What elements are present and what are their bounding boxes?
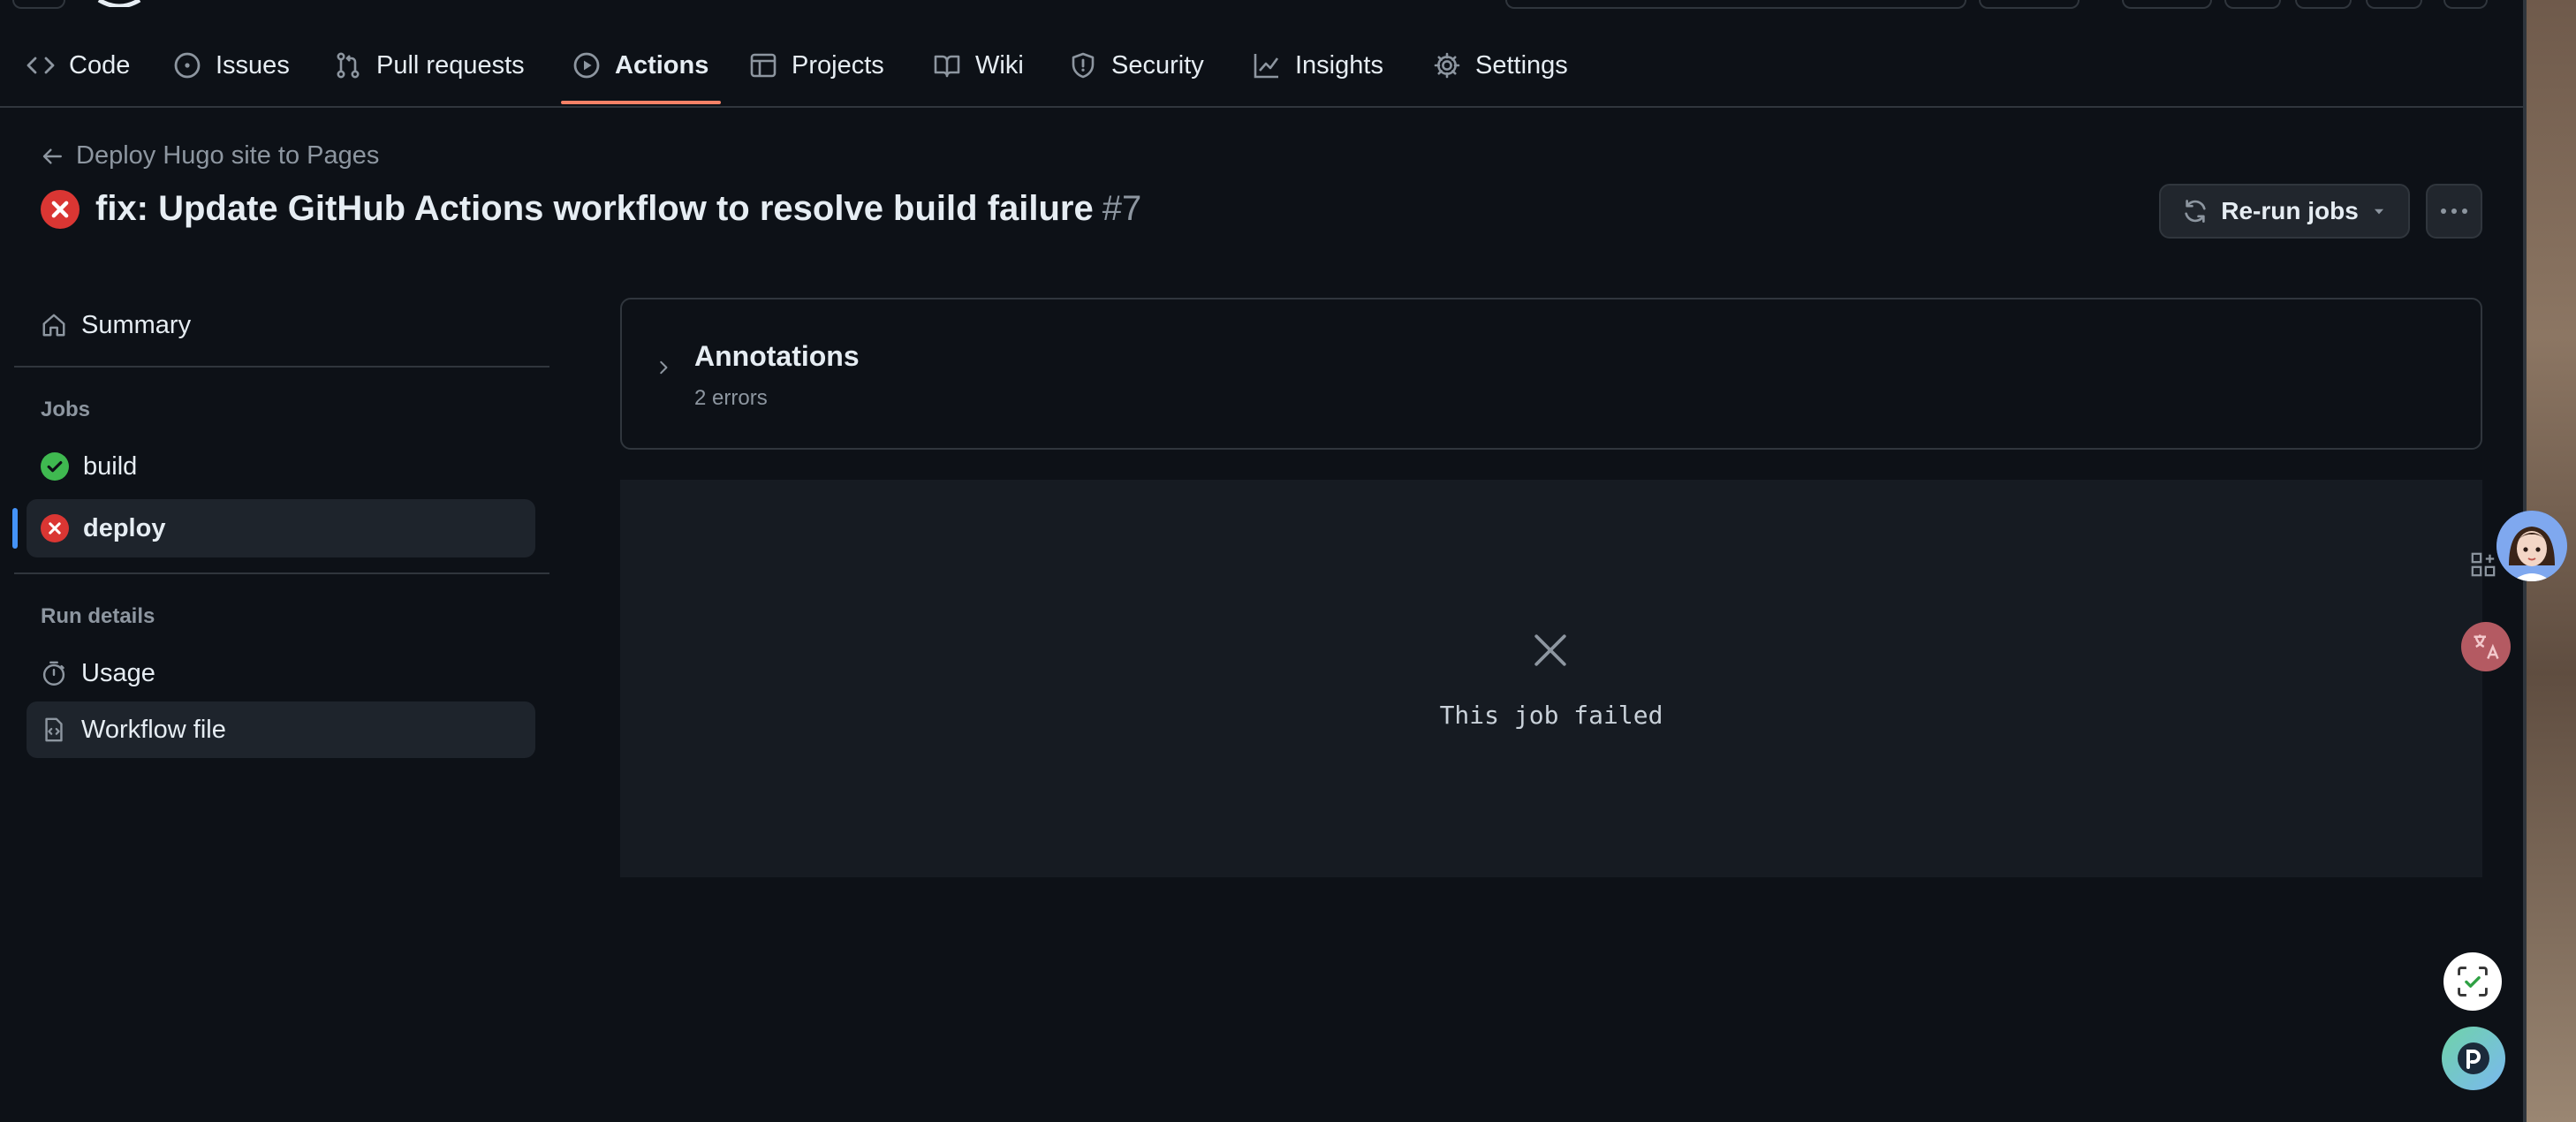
scan-check-icon [2458,967,2488,997]
tab-security[interactable]: Security [1069,42,1204,88]
play-icon [573,52,600,79]
stopwatch-icon [42,661,65,686]
translate-icon [2474,634,2499,659]
sidebar-divider [14,572,549,574]
workflow-file-label: Workflow file [81,715,226,744]
x-circle-fill-icon [41,189,80,229]
tab-settings-label: Settings [1475,50,1568,80]
sync-icon [2185,200,2206,223]
check-circle-fill-icon [41,452,69,481]
file-code-icon [45,717,63,742]
tab-settings[interactable]: Settings [1433,42,1568,88]
back-to-workflow-link[interactable]: Deploy Hugo site to Pages [41,141,379,171]
run-number: #7 [1102,189,1142,228]
tab-code[interactable]: Code [27,42,130,88]
jobs-heading: Jobs [41,398,91,421]
tab-insights-label: Insights [1295,50,1383,80]
arrow-left-icon [42,148,62,164]
tab-security-label: Security [1111,50,1204,80]
tab-insights[interactable]: Insights [1253,42,1383,88]
assistant-avatar-icon [2496,511,2567,581]
shield-icon [1072,52,1095,79]
usage-label: Usage [81,658,155,687]
selected-job-marker [12,508,18,549]
git-pull-request-icon [337,52,360,79]
tab-issues[interactable]: Issues [173,42,290,88]
tab-pull-requests[interactable]: Pull requests [334,42,525,88]
tab-actions-label: Actions [615,50,709,80]
annotations-count: 2 errors [694,386,768,410]
back-link-label: Deploy Hugo site to Pages [76,141,380,170]
table-icon [750,53,777,78]
tab-wiki[interactable]: Wiki [933,42,1024,88]
qr-grid-icon[interactable] [2470,551,2496,578]
triangle-down-icon [2374,208,2383,215]
annotations-card[interactable]: Annotations 2 errors [620,298,2482,450]
sidebar-item-usage[interactable]: Usage [27,644,535,702]
x-icon [1534,634,1566,666]
run-details-heading: Run details [41,604,155,628]
gear-icon [1434,52,1460,79]
page-title: fix: Update GitHub Actions workflow to r… [95,189,1094,228]
assistant-avatar[interactable] [2496,511,2567,581]
graph-icon [1254,54,1279,79]
tab-issues-label: Issues [216,50,290,80]
rerun-jobs-label: Re-run jobs [2221,197,2359,224]
app-launcher-button[interactable] [2442,1027,2505,1090]
x-circle-fill-icon [41,514,69,542]
job-log-panel: This job failed [620,480,2482,877]
annotations-title: Annotations [694,340,860,372]
book-icon [934,55,960,78]
sidebar-summary-label: Summary [81,310,192,339]
tab-projects-label: Projects [792,50,884,80]
job-failed-message: This job failed [1439,701,1663,730]
tab-code-label: Code [69,50,131,80]
sidebar-item-workflow-file[interactable]: Workflow file [27,701,535,758]
sidebar-item-deploy[interactable]: deploy [27,499,535,557]
chevron-right-icon [660,360,668,375]
job-deploy-label: deploy [83,513,166,542]
translate-button[interactable] [2461,622,2511,671]
more-options-button[interactable] [2426,184,2482,239]
screenshot-check-button[interactable] [2443,952,2502,1011]
tab-wiki-label: Wiki [975,50,1024,80]
active-tab-underline [561,101,721,104]
tab-pull-requests-label: Pull requests [376,50,525,80]
rerun-jobs-button[interactable]: Re-run jobs [2159,184,2410,239]
home-icon [42,314,65,337]
tab-projects[interactable]: Projects [749,42,884,88]
repo-nav: Code Issues Pull requests Actions Projec… [0,0,2525,108]
code-icon [27,57,55,74]
run-title: fix: Update GitHub Actions workflow to r… [41,189,1141,229]
sidebar-item-summary[interactable]: Summary [27,296,535,354]
tab-actions[interactable]: Actions [572,42,708,88]
kebab-horizontal-icon [2441,208,2467,214]
sidebar-divider [14,366,549,368]
app-logo-icon [2458,1042,2489,1074]
job-build-label: build [83,451,138,481]
issue-opened-icon [174,52,201,79]
sidebar-item-build[interactable]: build [27,437,535,496]
